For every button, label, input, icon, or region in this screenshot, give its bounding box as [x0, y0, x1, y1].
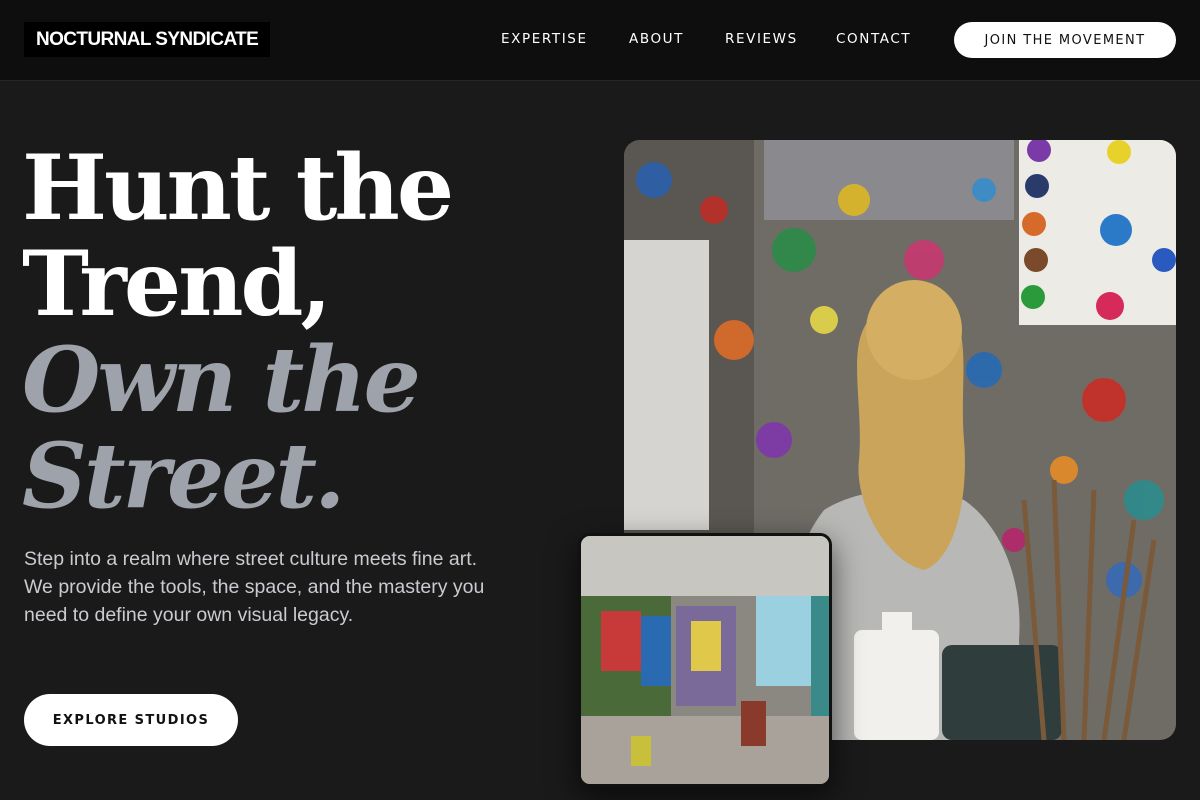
headline-line-4: Street. — [22, 423, 345, 529]
studio-interior-image — [581, 536, 829, 784]
headline-line-2: Trend, — [22, 231, 332, 337]
explore-studios-button[interactable]: EXPLORE STUDIOS — [24, 694, 238, 746]
headline-line-1: Hunt the — [22, 135, 454, 241]
hero-headline: Hunt the Trend, Own the Street. — [22, 140, 562, 524]
hero-intro-text: Step into a realm where street culture m… — [24, 548, 485, 626]
navbar: NOCTURNAL SYNDICATE EXPERTISE ABOUT REVI… — [0, 0, 1200, 81]
headline-line-3: Own the — [22, 327, 421, 433]
nav-link-about[interactable]: ABOUT — [629, 31, 684, 47]
nav-link-reviews[interactable]: REVIEWS — [725, 31, 798, 47]
nav-link-contact[interactable]: CONTACT — [836, 31, 911, 47]
brand-logo[interactable]: NOCTURNAL SYNDICATE — [24, 22, 271, 57]
join-movement-button[interactable]: JOIN THE MOVEMENT — [954, 22, 1176, 58]
nav-link-expertise[interactable]: EXPERTISE — [501, 31, 588, 47]
inset-studio-photo — [578, 533, 832, 787]
